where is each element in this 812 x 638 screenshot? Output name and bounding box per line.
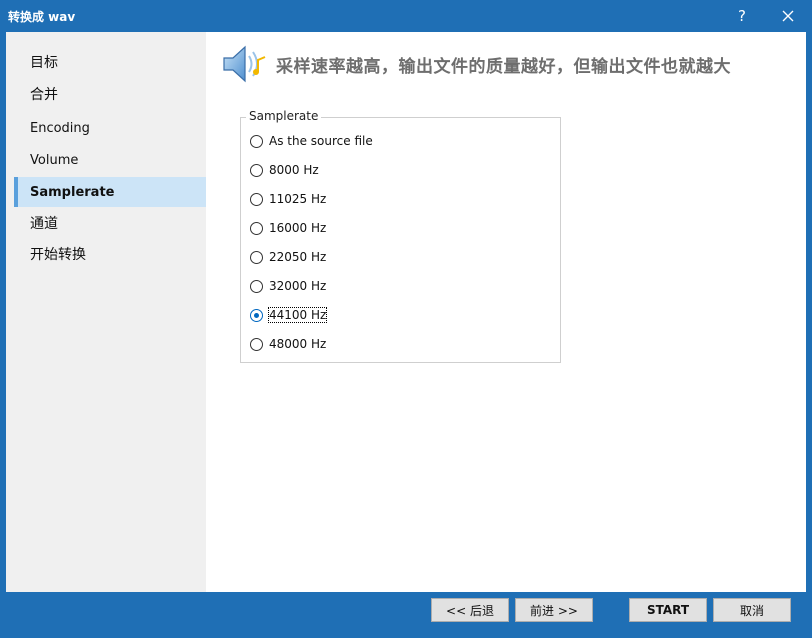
radio-8000[interactable]: 8000 Hz	[250, 161, 319, 179]
radio-label: 32000 Hz	[269, 279, 327, 293]
radio-button[interactable]	[250, 337, 263, 351]
sidebar-item-target[interactable]: 目标	[14, 47, 206, 77]
header-description: 采样速率越高，输出文件的质量越好，但输出文件也就越大	[276, 56, 731, 77]
radio-48000[interactable]: 48000 Hz	[250, 335, 326, 353]
radio-button-checked[interactable]	[250, 308, 263, 322]
next-button[interactable]: 前进 >>	[515, 598, 593, 622]
radio-as-source[interactable]: As the source file	[250, 132, 373, 150]
radio-32000[interactable]: 32000 Hz	[250, 277, 326, 295]
back-button[interactable]: << 后退	[431, 598, 509, 622]
sidebar-item-merge[interactable]: 合并	[14, 79, 206, 109]
close-button[interactable]	[768, 0, 808, 32]
radio-44100[interactable]: 44100 Hz	[250, 306, 328, 324]
radio-button[interactable]	[250, 134, 263, 148]
radio-label: 16000 Hz	[269, 221, 327, 235]
help-button[interactable]: ?	[722, 0, 762, 32]
radio-16000[interactable]: 16000 Hz	[250, 219, 326, 237]
sidebar: 目标 合并 Encoding Volume Samplerate 通道 开始转换	[6, 32, 206, 592]
sidebar-item-start-convert[interactable]: 开始转换	[14, 239, 206, 269]
converter-window: 转换成 wav ? 目标 合并 Encoding Volume Samplera…	[0, 0, 812, 638]
client-area: 目标 合并 Encoding Volume Samplerate 通道 开始转换	[6, 32, 806, 592]
radio-label: 44100 Hz	[267, 307, 328, 323]
radio-button[interactable]	[250, 221, 263, 235]
sidebar-item-samplerate[interactable]: Samplerate	[14, 177, 206, 207]
radio-button[interactable]	[250, 250, 263, 264]
speaker-icon	[223, 45, 266, 83]
cancel-button[interactable]: 取消	[713, 598, 791, 622]
title-bar: 转换成 wav ?	[0, 0, 812, 32]
radio-button[interactable]	[250, 279, 263, 293]
radio-22050[interactable]: 22050 Hz	[250, 248, 326, 266]
radio-button[interactable]	[250, 163, 263, 177]
button-bar: << 后退 前进 >> START 取消	[6, 592, 806, 632]
radio-label: As the source file	[269, 134, 373, 148]
radio-label: 22050 Hz	[269, 250, 327, 264]
sidebar-item-encoding[interactable]: Encoding	[14, 113, 206, 143]
radio-label: 48000 Hz	[269, 337, 327, 351]
radio-label: 11025 Hz	[269, 192, 327, 206]
samplerate-group-title: Samplerate	[246, 109, 322, 123]
radio-label: 8000 Hz	[269, 163, 319, 177]
start-button[interactable]: START	[629, 598, 707, 622]
close-icon	[782, 10, 794, 22]
samplerate-groupbox: Samplerate As the source file 8000 Hz 11…	[240, 109, 561, 363]
sidebar-item-volume[interactable]: Volume	[14, 145, 206, 175]
radio-button[interactable]	[250, 192, 263, 206]
sidebar-item-channels[interactable]: 通道	[14, 208, 206, 238]
radio-11025[interactable]: 11025 Hz	[250, 190, 326, 208]
page-header: 采样速率越高，输出文件的质量越好，但输出文件也就越大	[220, 42, 731, 86]
window-title: 转换成 wav	[8, 10, 76, 24]
